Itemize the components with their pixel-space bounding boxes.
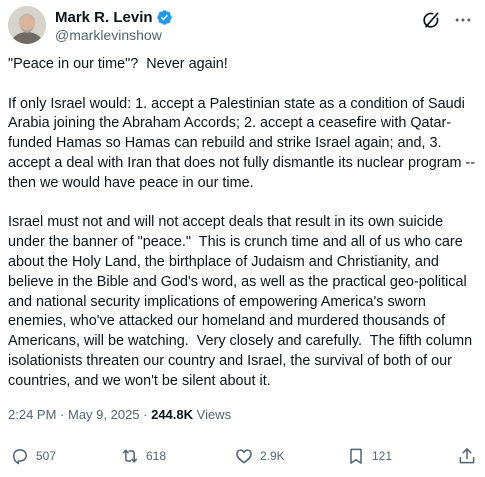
heart-icon — [236, 449, 252, 464]
repost-icon — [123, 449, 137, 463]
meta-separator: · — [56, 407, 68, 422]
share-button[interactable] — [457, 446, 477, 466]
avatar[interactable] — [8, 6, 46, 44]
tweet-paragraph-3: Israel must not and will not accept deal… — [8, 214, 477, 389]
tweet-card: Mark R. Levin @marklevinshow "Peace in o… — [0, 0, 485, 477]
tweet-paragraph-2: If only Israel would: 1. accept a Palest… — [8, 95, 480, 191]
like-count: 2.9K — [260, 449, 285, 463]
action-bar: 507 618 2.9K 121 — [8, 446, 477, 468]
repost-count: 618 — [146, 449, 167, 463]
reply-icon — [13, 449, 27, 465]
tweet-paragraph-1: "Peace in our time"? Never again! — [8, 56, 228, 72]
author-handle[interactable]: @marklevinshow — [55, 27, 173, 43]
share-icon — [459, 448, 475, 464]
tweet-text: "Peace in our time"? Never again! If onl… — [8, 55, 478, 392]
tweet-meta: 2:24 PM · May 9, 2025 · 244.8K Views — [8, 407, 231, 422]
tweet-header: Mark R. Levin @marklevinshow — [8, 6, 477, 46]
verified-badge-icon — [156, 9, 173, 26]
display-name-row: Mark R. Levin — [55, 8, 173, 26]
tweet-time[interactable]: 2:24 PM — [8, 407, 56, 422]
views-label: Views — [193, 407, 232, 422]
meta-separator-2: · — [139, 407, 152, 422]
reply-count: 507 — [36, 449, 57, 463]
author-names: Mark R. Levin @marklevinshow — [55, 8, 173, 43]
bookmark-button[interactable]: 121 — [346, 446, 392, 466]
tweet-date[interactable]: May 9, 2025 — [68, 407, 140, 422]
bookmark-count: 121 — [372, 449, 393, 463]
bookmark-icon — [350, 448, 362, 464]
avatar-image — [8, 6, 46, 44]
views-count[interactable]: 244.8K — [151, 407, 193, 422]
more-options-icon[interactable] — [453, 10, 473, 30]
like-button[interactable]: 2.9K — [234, 446, 285, 466]
header-actions — [421, 10, 473, 30]
author-display-name[interactable]: Mark R. Levin — [55, 9, 153, 26]
grok-icon[interactable] — [421, 10, 441, 30]
repost-button[interactable]: 618 — [120, 446, 166, 466]
reply-button[interactable]: 507 — [10, 446, 56, 466]
